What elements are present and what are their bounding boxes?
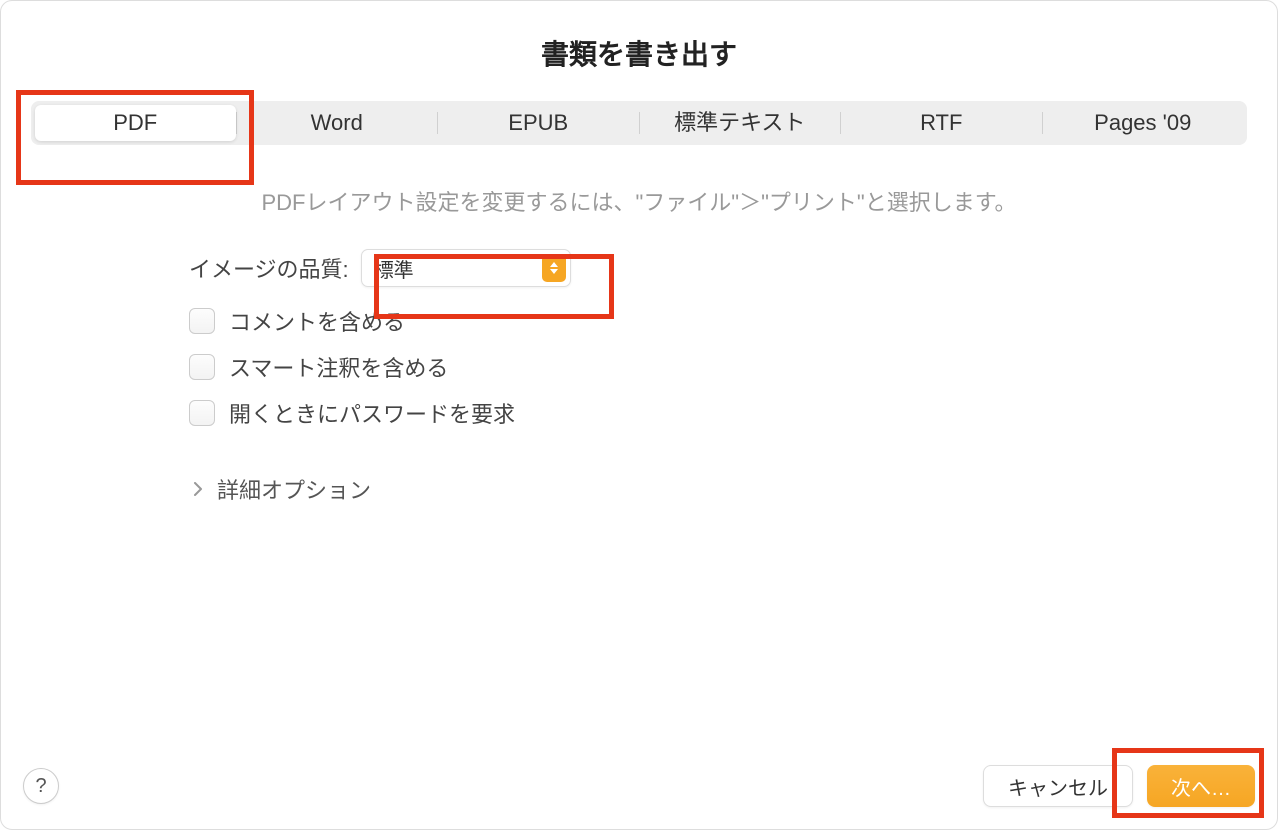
image-quality-select[interactable]: 標準 bbox=[361, 249, 571, 287]
advanced-options-toggle[interactable]: 詳細オプション bbox=[189, 473, 1247, 505]
include-comments-label: コメントを含める bbox=[229, 305, 405, 337]
tab-pages09[interactable]: Pages '09 bbox=[1043, 105, 1244, 141]
help-icon: ? bbox=[35, 775, 46, 798]
include-smart-annotations-label: スマート注釈を含める bbox=[229, 351, 448, 383]
format-tabs-container: PDF Word EPUB 標準テキスト RTF Pages '09 bbox=[1, 101, 1277, 145]
tab-epub[interactable]: EPUB bbox=[438, 105, 639, 141]
layout-help-text: PDFレイアウト設定を変更するには、"ファイル"＞"プリント"と選択します。 bbox=[31, 185, 1247, 217]
chevron-right-icon bbox=[189, 482, 207, 496]
image-quality-label: イメージの品質: bbox=[189, 252, 349, 284]
dialog-content: PDFレイアウト設定を変更するには、"ファイル"＞"プリント"と選択します。 イ… bbox=[1, 145, 1277, 749]
dialog-footer: ? キャンセル 次へ… bbox=[1, 749, 1277, 829]
stepper-arrows-icon bbox=[542, 254, 566, 282]
tab-pdf[interactable]: PDF bbox=[35, 105, 236, 141]
tab-plaintext[interactable]: 標準テキスト bbox=[640, 105, 841, 141]
tab-word[interactable]: Word bbox=[237, 105, 438, 141]
include-smart-annotations-row: スマート注釈を含める bbox=[189, 351, 1247, 383]
format-tabs: PDF Word EPUB 標準テキスト RTF Pages '09 bbox=[31, 101, 1247, 145]
advanced-options-label: 詳細オプション bbox=[217, 473, 371, 505]
tab-rtf[interactable]: RTF bbox=[841, 105, 1042, 141]
pdf-options: イメージの品質: 標準 コメントを含める スマート注釈を含める bbox=[189, 249, 1247, 505]
help-button[interactable]: ? bbox=[23, 768, 59, 804]
next-button[interactable]: 次へ… bbox=[1147, 765, 1255, 807]
image-quality-value: 標準 bbox=[374, 254, 542, 283]
export-dialog: 書類を書き出す PDF Word EPUB 標準テキスト RTF Pages '… bbox=[0, 0, 1278, 830]
include-comments-row: コメントを含める bbox=[189, 305, 1247, 337]
dialog-title: 書類を書き出す bbox=[1, 1, 1277, 101]
require-password-label: 開くときにパスワードを要求 bbox=[229, 397, 515, 429]
include-smart-annotations-checkbox[interactable] bbox=[189, 354, 215, 380]
include-comments-checkbox[interactable] bbox=[189, 308, 215, 334]
image-quality-row: イメージの品質: 標準 bbox=[189, 249, 1247, 287]
require-password-row: 開くときにパスワードを要求 bbox=[189, 397, 1247, 429]
require-password-checkbox[interactable] bbox=[189, 400, 215, 426]
cancel-button[interactable]: キャンセル bbox=[983, 765, 1133, 807]
